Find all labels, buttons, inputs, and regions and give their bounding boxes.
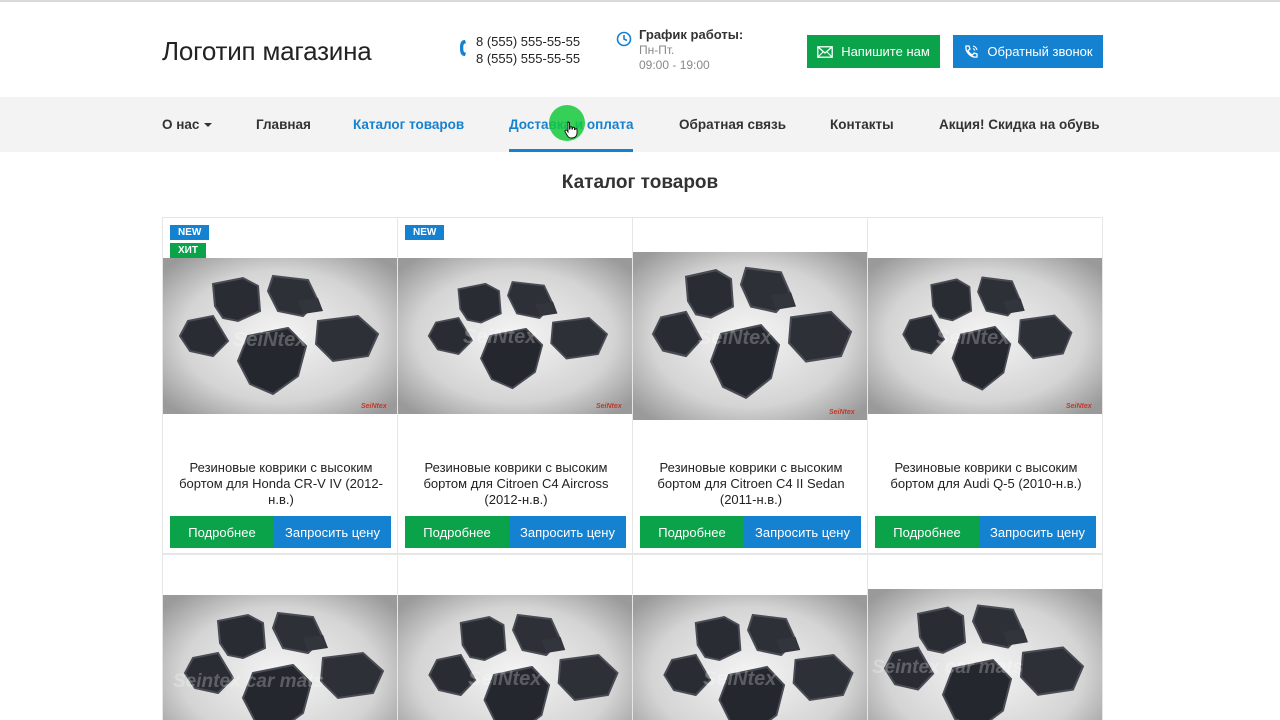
watermark-text: SeiNtex <box>698 327 772 349</box>
watermark-text: SeiNtex <box>703 668 777 690</box>
request-price-button[interactable]: Запросить цену <box>744 516 861 548</box>
nav-item-contacts[interactable]: Контакты <box>830 97 894 152</box>
product-image[interactable]: SeiNtex SeiNtex <box>163 258 397 414</box>
callback-button[interactable]: Обратный звонок <box>953 35 1103 68</box>
phone-icon <box>460 40 466 56</box>
store-logo[interactable]: Логотип магазина <box>162 36 372 67</box>
nav-item-home[interactable]: Главная <box>256 97 311 152</box>
phone-call-icon <box>965 44 979 58</box>
watermark-text: SeiNtex <box>463 326 537 348</box>
watermark-text: Seintex car mats <box>173 671 324 692</box>
product-card: Seintex car mats <box>867 554 1103 720</box>
write-us-button[interactable]: Напишите нам <box>807 35 940 68</box>
details-button[interactable]: Подробнее <box>405 516 509 548</box>
nav-item-feedback[interactable]: Обратная связь <box>679 97 786 152</box>
product-image[interactable]: SeiNtex SeiNtex <box>398 258 632 414</box>
details-button[interactable]: Подробнее <box>875 516 979 548</box>
request-price-button[interactable]: Запросить цену <box>979 516 1096 548</box>
clock-icon <box>616 31 632 47</box>
product-image[interactable]: Seintex car mats <box>868 589 1102 720</box>
product-image[interactable]: SeiNtex <box>633 595 867 720</box>
new-badge: NEW <box>405 225 445 240</box>
callback-label: Обратный звонок <box>987 44 1093 59</box>
brand-label: SeiNtex <box>596 403 623 410</box>
product-card: NEW ХИТ SeiNtex SeiNtex Резиновые коврик… <box>162 217 398 554</box>
phone-number[interactable]: 8 (555) 555-55-55 <box>476 33 580 50</box>
product-image[interactable]: Seintex car mats <box>163 595 397 720</box>
product-card: SeiNtex <box>632 554 868 720</box>
product-image[interactable]: SeiNtex <box>398 595 632 720</box>
page-title: Каталог товаров <box>561 172 719 193</box>
request-price-button[interactable]: Запросить цену <box>509 516 626 548</box>
nav-item-promo[interactable]: Акция! Скидка на обувь <box>939 97 1100 152</box>
product-title[interactable]: Резиновые коврики с высоким бортом для C… <box>404 460 628 508</box>
envelope-icon <box>817 45 834 58</box>
new-badge: NEW <box>170 225 210 240</box>
product-title[interactable]: Резиновые коврики с высоким бортом для C… <box>639 460 863 508</box>
product-image[interactable]: SeiNtex SeiNtex <box>633 252 867 420</box>
brand-label: SeiNtex <box>829 409 856 416</box>
details-button[interactable]: Подробнее <box>640 516 744 548</box>
main-nav: О нас Главная Каталог товаров Доставка и… <box>0 97 1280 152</box>
caret-down-icon <box>204 123 213 128</box>
product-card: Seintex car mats <box>162 554 398 720</box>
details-button[interactable]: Подробнее <box>170 516 274 548</box>
product-title[interactable]: Резиновые коврики с высоким бортом для H… <box>169 460 393 508</box>
product-image[interactable]: SeiNtex SeiNtex <box>868 258 1102 414</box>
brand-label: SeiNtex <box>361 403 388 410</box>
schedule-days: Пн-Пт. <box>639 43 675 57</box>
product-card: SeiNtex <box>397 554 633 720</box>
nav-item-catalog[interactable]: Каталог товаров <box>353 97 464 152</box>
product-card: SeiNtex SeiNtex Резиновые коврики с высо… <box>867 217 1103 554</box>
schedule-hours: 09:00 - 19:00 <box>639 58 710 72</box>
watermark-text: Seintex car mats <box>872 657 1023 678</box>
site-header: Логотип магазина 8 (555) 555-55-55 8 (55… <box>0 2 1280 97</box>
watermark-text: SeiNtex <box>468 668 542 690</box>
watermark-text: SeiNtex <box>936 327 1010 349</box>
brand-label: SeiNtex <box>1066 403 1093 410</box>
request-price-button[interactable]: Запросить цену <box>274 516 391 548</box>
product-title[interactable]: Резиновые коврики с высоким бортом для A… <box>874 460 1098 492</box>
phone-numbers: 8 (555) 555-55-55 8 (555) 555-55-55 <box>476 33 580 67</box>
schedule-title: График работы: <box>639 27 744 42</box>
write-us-label: Напишите нам <box>841 44 930 59</box>
hand-cursor-icon <box>564 121 578 139</box>
hit-badge: ХИТ <box>170 243 206 258</box>
phone-number[interactable]: 8 (555) 555-55-55 <box>476 50 580 67</box>
product-card: NEW SeiNtex SeiNtex Резиновые коврики с … <box>397 217 633 554</box>
watermark-text: SeiNtex <box>233 329 307 351</box>
product-card: SeiNtex SeiNtex Резиновые коврики с высо… <box>632 217 868 554</box>
nav-item-label: О нас <box>162 117 200 132</box>
nav-item-about[interactable]: О нас <box>162 97 213 152</box>
